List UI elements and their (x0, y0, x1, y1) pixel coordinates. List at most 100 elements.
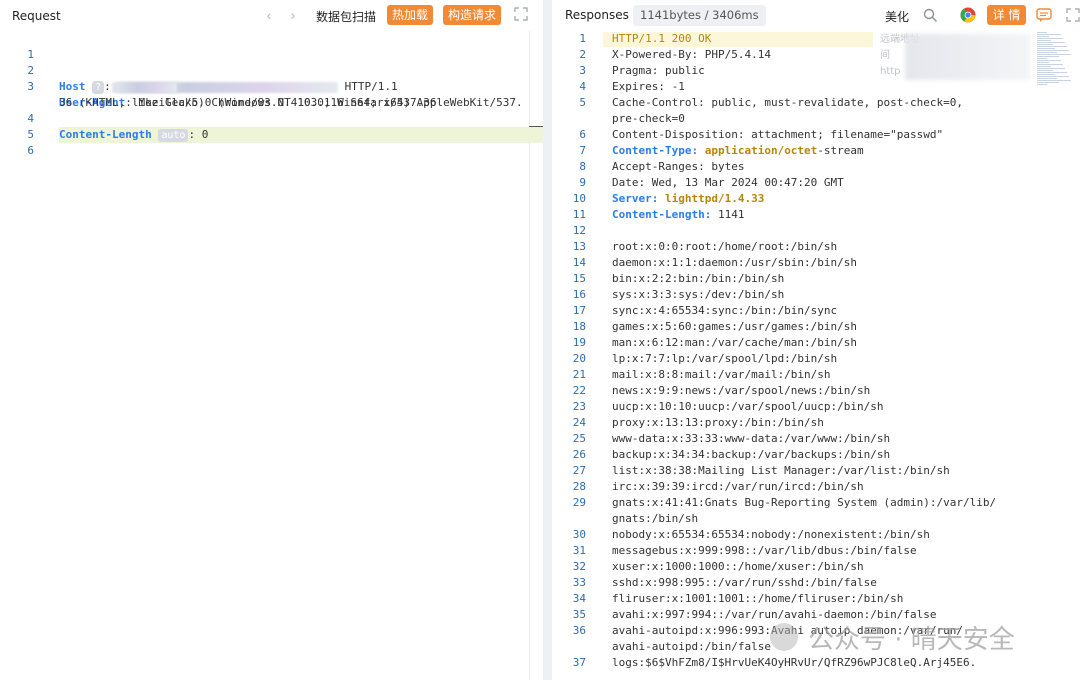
response-code-line: 32 xuser:x:1000:1000::/home/xuser:/bin/sh (552, 559, 1080, 575)
line-number: 37 (572, 656, 586, 669)
response-code-line: 13 root:x:0:0:root:/home/root:/bin/sh (552, 239, 1080, 255)
response-code-line: 21 mail:x:8:8:mail:/var/mail:/bin/sh (552, 367, 1080, 383)
response-code-line: pre-check=0 (552, 111, 1080, 127)
line-number: 30 (572, 528, 586, 541)
response-code-line: 3 Pragma: public (552, 63, 1080, 79)
response-code-line: 34 fliruser:x:1001:1001::/home/fliruser:/… (552, 591, 1080, 607)
response-code-line: 15 bin:x:2:2:bin:/bin:/bin/sh (552, 271, 1080, 287)
response-code-line: 9 Date: Wed, 13 Mar 2024 00:47:20 GMT (552, 175, 1080, 191)
line-text: xuser:x:1000:1000::/home/xuser:/bin/sh (612, 560, 864, 573)
response-editor[interactable]: 1 HTTP/1.1 200 OK 2 X-Powered-By: PHP/5.4.1… (552, 31, 1080, 680)
packet-scan-button[interactable]: 数据包扫描 (316, 8, 376, 25)
next-arrow-icon[interactable]: › (286, 7, 300, 23)
response-code-line: 8 Accept-Ranges: bytes (552, 159, 1080, 175)
line-number: 33 (572, 576, 586, 589)
response-code-line: 5 Cache-Control: public, must-revalidate,… (552, 95, 1080, 111)
search-icon[interactable] (923, 8, 938, 23)
code-line: 5 (0, 111, 543, 141)
comment-icon[interactable] (1036, 7, 1052, 23)
line-number: 22 (572, 384, 586, 397)
response-code-line: 22 news:x:9:9:news:/var/spool/news:/bin/s… (552, 383, 1080, 399)
line-number: 3 (579, 64, 586, 77)
line-content: logs:$6$VhFZm8/I$HrvUeK4OyHRvUr/QfRZ96wP… (612, 655, 976, 671)
line-content: bin:x:2:2:bin:/bin:/bin/sh (612, 271, 784, 287)
request-toolbar: Request ‹ › 数据包扫描 热加载 构造请求 (0, 0, 543, 31)
response-code-line: 2 X-Powered-By: PHP/5.4.14 (552, 47, 1080, 63)
line-text: www-data:x:33:33:www-data:/var/www:/bin/… (612, 432, 891, 445)
line-content: man:x:6:12:man:/var/cache/man:/bin/sh (612, 335, 857, 351)
line-text: sshd:x:998:995::/var/run/sshd:/bin/false (612, 576, 877, 589)
watermark: 公众号 · 晴天安全 (770, 620, 1015, 655)
line-content: list:x:38:38:Mailing List Manager:/var/l… (612, 463, 950, 479)
line-content: Content-Type: application/octet-stream (612, 143, 864, 159)
response-code-line: 1 HTTP/1.1 200 OK (552, 31, 1080, 47)
header-value-rest: -stream (817, 144, 864, 157)
header-value: application/octet (704, 144, 818, 157)
line-text: Cache-Control: public, must-revalidate, … (612, 96, 963, 109)
watermark-text: 公众号 · 晴天安全 (808, 624, 1015, 655)
line-number: 24 (572, 416, 586, 429)
line-content: proxy:x:13:13:proxy:/bin:/bin/sh (612, 415, 824, 431)
response-code-line: 25 www-data:x:33:33:www-data:/var/www:/bi… (552, 431, 1080, 447)
line-text: Expires: -1 (612, 80, 685, 93)
line-text: logs:$6$VhFZm8/I$HrvUeK4OyHRvUr/QfRZ96wP… (612, 656, 977, 669)
line-content: sshd:x:998:995::/var/run/sshd:/bin/false (612, 575, 877, 591)
response-code-line: 4 Expires: -1 (552, 79, 1080, 95)
code-line-wrap: 36 (KHTML, like Gecko) Chrome/83.0.4103.… (0, 79, 543, 109)
response-code-line: 30 nobody:x:65534:65534:nobody:/nonexiste… (552, 527, 1080, 543)
hot-load-button[interactable]: 热加载 (387, 5, 433, 25)
build-request-button[interactable]: 构造请求 (443, 5, 501, 25)
line-text: sync:x:4:65534:sync:/bin:/bin/sync (612, 304, 838, 317)
response-size-badge: 1141bytes / 3406ms (633, 5, 766, 26)
line-text: lp:x:7:7:lp:/var/spool/lpd:/bin/sh (612, 352, 838, 365)
line-content: Pragma: public (612, 63, 705, 79)
code-line: 4 Content-Length auto: 0 (0, 95, 543, 142)
line-text: list:x:38:38:Mailing List Manager:/var/l… (612, 464, 950, 477)
header-key: Server: (612, 192, 659, 205)
response-code-line: 33 sshd:x:998:995::/var/run/sshd:/bin/fal… (552, 575, 1080, 591)
chrome-icon[interactable] (960, 7, 976, 23)
details-button[interactable]: 详 情 (987, 5, 1026, 25)
line-content: irc:x:39:39:ircd:/var/run/ircd:/bin/sh (612, 479, 864, 495)
line-content: root:x:0:0:root:/home/root:/bin/sh (612, 239, 837, 255)
response-code-line: 37 logs:$6$VhFZm8/I$HrvUeK4OyHRvUr/QfRZ96… (552, 655, 1080, 671)
line-content: nobody:x:65534:65534:nobody:/nonexistent… (612, 527, 930, 543)
response-code-line: 7 Content-Type: application/octet-stream (552, 143, 1080, 159)
line-number: 10 (572, 192, 586, 205)
prev-arrow-icon[interactable]: ‹ (262, 7, 276, 23)
expand-icon[interactable] (514, 7, 528, 21)
line-content: mail:x:8:8:mail:/var/mail:/bin/sh (612, 367, 831, 383)
line-text: gnats:/bin/sh (612, 512, 699, 525)
response-code-line: 20 lp:x:7:7:lp:/var/spool/lpd:/bin/sh (552, 351, 1080, 367)
line-content: lp:x:7:7:lp:/var/spool/lpd:/bin/sh (612, 351, 837, 367)
response-code-line: 12 (552, 223, 1080, 239)
response-code-line: 26 backup:x:34:34:backup:/var/backups:/bi… (552, 447, 1080, 463)
line-content: gnats:x:41:41:Gnats Bug-Reporting System… (612, 495, 996, 511)
line-content: messagebus:x:999:998::/var/lib/dbus:/bin… (612, 543, 917, 559)
line-content: pre-check=0 (612, 111, 685, 127)
line-number: 2 (579, 48, 586, 61)
line-number: 6 (27, 144, 34, 157)
request-pane: Request ‹ › 数据包扫描 热加载 构造请求 1 HTTP/1.1 2 … (0, 0, 543, 680)
line-number: 29 (572, 496, 586, 509)
line-content: X-Powered-By: PHP/5.4.14 (612, 47, 771, 63)
code-line: 2 Host ?: (0, 47, 543, 94)
beautify-button[interactable]: 美化 (885, 8, 909, 25)
expand-icon[interactable] (1066, 8, 1080, 22)
line-text: man:x:6:12:man:/var/cache/man:/bin/sh (612, 336, 858, 349)
line-text: mail:x:8:8:mail:/var/mail:/bin/sh (612, 368, 831, 381)
line-text: fliruser:x:1001:1001::/home/fliruser:/bi… (612, 592, 904, 605)
response-code-line: 18 games:x:5:60:games:/usr/games:/bin/sh (552, 319, 1080, 335)
line-text: pre-check=0 (612, 112, 685, 125)
line-text: nobody:x:65534:65534:nobody:/nonexistent… (612, 528, 930, 541)
line-number: 18 (572, 320, 586, 333)
request-editor[interactable]: 1 HTTP/1.1 2 Host ?: 3 User-Agent: Mozil… (0, 31, 543, 680)
line-content: Content-Length: 1141 (612, 207, 744, 223)
response-code-line: 10 Server: lighttpd/1.4.33 (552, 191, 1080, 207)
line-text: Date: Wed, 13 Mar 2024 00:47:20 GMT (612, 176, 844, 189)
line-text: uucp:x:10:10:uucp:/var/spool/uucp:/bin/s… (612, 400, 884, 413)
line-number: 7 (579, 144, 586, 157)
line-text: bin:x:2:2:bin:/bin:/bin/sh (612, 272, 785, 285)
line-content: Server: lighttpd/1.4.33 (612, 191, 764, 207)
code-line: 6 (0, 127, 543, 157)
